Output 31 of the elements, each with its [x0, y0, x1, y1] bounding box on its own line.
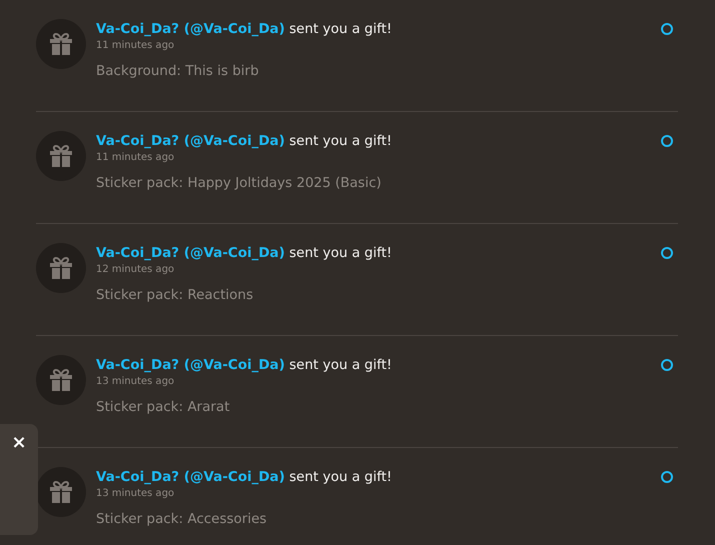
timestamp: 12 minutes ago — [96, 264, 176, 275]
user-link[interactable]: Va-Coi_Da? (@Va-Coi_Da) — [96, 21, 285, 37]
gift-icon — [48, 143, 74, 169]
notification-text: sent you a gift! — [289, 133, 392, 149]
notification-text: sent you a gift! — [289, 357, 392, 373]
gift-description: Background: This is birb — [96, 63, 260, 79]
timestamp: 11 minutes ago — [96, 40, 176, 51]
notification-text: sent you a gift! — [289, 469, 392, 485]
notification-text: sent you a gift! — [289, 245, 392, 261]
gift-description: Sticker pack: Happy Joltidays 2025 (Basic) — [96, 175, 382, 191]
gift-icon — [48, 31, 74, 57]
timestamp: 13 minutes ago — [96, 376, 176, 387]
user-link[interactable]: Va-Coi_Da? (@Va-Coi_Da) — [96, 357, 285, 373]
close-button[interactable]: × — [0, 424, 38, 535]
gift-description: Sticker pack: Ararat — [96, 399, 231, 415]
unread-indicator[interactable] — [661, 135, 673, 147]
unread-indicator[interactable] — [661, 23, 673, 35]
gift-description: Sticker pack: Accessories — [96, 511, 268, 527]
gift-icon — [48, 479, 74, 505]
gift-description: Sticker pack: Reactions — [96, 287, 254, 303]
gift-icon — [48, 255, 74, 281]
timestamp: 11 minutes ago — [96, 152, 176, 163]
user-link[interactable]: Va-Coi_Da? (@Va-Coi_Da) — [96, 133, 285, 149]
unread-indicator[interactable] — [661, 359, 673, 371]
unread-indicator[interactable] — [661, 247, 673, 259]
user-link[interactable]: Va-Coi_Da? (@Va-Coi_Da) — [96, 245, 285, 261]
gift-icon — [48, 367, 74, 393]
timestamp: 13 minutes ago — [96, 488, 176, 499]
unread-indicator[interactable] — [661, 471, 673, 483]
user-link[interactable]: Va-Coi_Da? (@Va-Coi_Da) — [96, 469, 285, 485]
notification-text: sent you a gift! — [289, 21, 392, 37]
